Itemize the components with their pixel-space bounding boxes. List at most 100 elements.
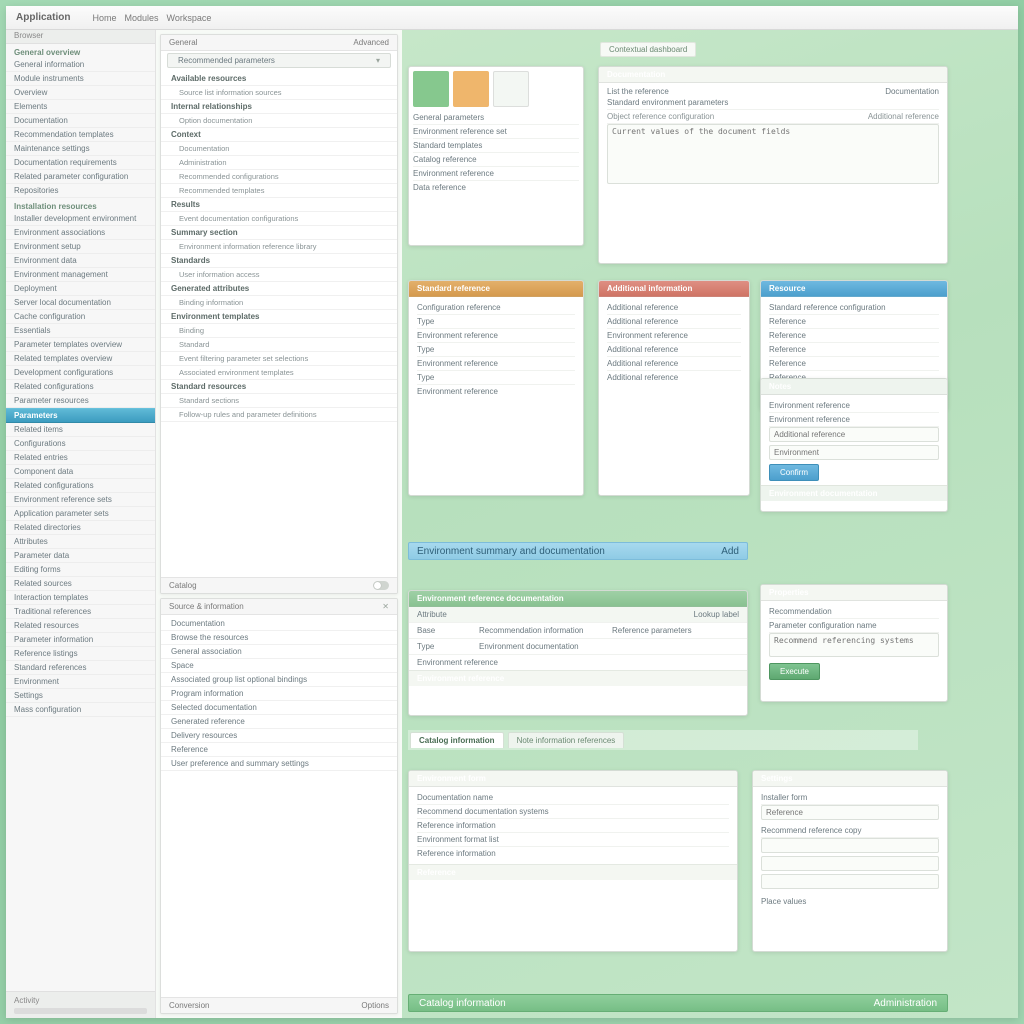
panel-row[interactable]: Binding	[161, 324, 397, 338]
summary-bar-pill[interactable]: Add	[721, 546, 739, 556]
sidebar-item[interactable]: Server local documentation	[6, 296, 155, 310]
list-item[interactable]: Data reference	[413, 181, 579, 194]
panel-row[interactable]: User information access	[161, 268, 397, 282]
sidebar-item[interactable]: Related directories	[6, 521, 155, 535]
sidebar-item[interactable]: Related items	[6, 423, 155, 437]
panel-row[interactable]: Standard	[161, 338, 397, 352]
notes-input-2[interactable]	[769, 445, 939, 460]
panel-row[interactable]: Recommended templates	[161, 184, 397, 198]
panel-row[interactable]: Selected documentation	[161, 701, 397, 715]
panel-row[interactable]: Program information	[161, 687, 397, 701]
sidebar-item[interactable]: Application parameter sets	[6, 507, 155, 521]
panel-row[interactable]: Space	[161, 659, 397, 673]
notes-input-1[interactable]	[769, 427, 939, 442]
sidebar-item[interactable]: General information	[6, 58, 155, 72]
sidebar-item[interactable]: Reference listings	[6, 647, 155, 661]
sidebar-item[interactable]: Settings	[6, 689, 155, 703]
panel-row[interactable]: Administration	[161, 156, 397, 170]
notes-confirm-button[interactable]: Confirm	[769, 464, 819, 481]
sidebar-item[interactable]: Attributes	[6, 535, 155, 549]
panel-row[interactable]: General association	[161, 645, 397, 659]
sidebar-item[interactable]: Interaction templates	[6, 591, 155, 605]
panel-row[interactable]: Standard resources	[161, 380, 397, 394]
sidebar-item[interactable]: Environment management	[6, 268, 155, 282]
sidebar-item[interactable]: Repositories	[6, 184, 155, 198]
sidebar-item[interactable]: Recommendation templates	[6, 128, 155, 142]
table-row[interactable]: BaseRecommendation informationReference …	[409, 623, 747, 639]
sidebar-item[interactable]: Parameter data	[6, 549, 155, 563]
panel-row[interactable]: Reference	[161, 743, 397, 757]
panel-row[interactable]: Results	[161, 198, 397, 212]
sidebar-item[interactable]: Documentation	[6, 114, 155, 128]
panel-row[interactable]: Internal relationships	[161, 100, 397, 114]
sidebar-item[interactable]: Maintenance settings	[6, 142, 155, 156]
crumb-2[interactable]: Workspace	[167, 13, 212, 23]
panel-row[interactable]: Standards	[161, 254, 397, 268]
sidebar-item[interactable]: Related entries	[6, 451, 155, 465]
swatch-orange[interactable]	[453, 71, 489, 107]
panel-row[interactable]: Environment information reference librar…	[161, 240, 397, 254]
close-icon[interactable]: ✕	[382, 602, 389, 611]
sidebar-item[interactable]: Configurations	[6, 437, 155, 451]
panel-general-toggle[interactable]	[373, 581, 389, 590]
sidebar-item[interactable]: Overview	[6, 86, 155, 100]
panel-row[interactable]: Available resources	[161, 72, 397, 86]
table-row[interactable]: TypeEnvironment documentation	[409, 639, 747, 655]
panel-row[interactable]: Browse the resources	[161, 631, 397, 645]
sidebar-item[interactable]: Editing forms	[6, 563, 155, 577]
panel-row[interactable]: Summary section	[161, 226, 397, 240]
right-form-input-2[interactable]	[761, 838, 939, 853]
table-row[interactable]: Environment reference	[409, 655, 747, 670]
panel-row[interactable]: Generated attributes	[161, 282, 397, 296]
panel-row[interactable]: Associated group list optional bindings	[161, 673, 397, 687]
panel-row[interactable]: Generated reference	[161, 715, 397, 729]
properties-textarea[interactable]	[769, 633, 939, 657]
sidebar-item[interactable]: Essentials	[6, 324, 155, 338]
sidebar-item[interactable]: Cache configuration	[6, 310, 155, 324]
sidebar-item[interactable]: Related configurations	[6, 479, 155, 493]
panel-row[interactable]: Documentation	[161, 142, 397, 156]
sidebar-item[interactable]: Standard references	[6, 661, 155, 675]
panel-row[interactable]: Follow-up rules and parameter definition…	[161, 408, 397, 422]
panel-row[interactable]: Source list information sources	[161, 86, 397, 100]
sidebar-item[interactable]: Installer development environment	[6, 212, 155, 226]
swatch-green[interactable]	[413, 71, 449, 107]
sidebar-item[interactable]: Environment	[6, 675, 155, 689]
sidebar-item[interactable]: Parameters	[6, 408, 155, 423]
sidebar-item[interactable]: Elements	[6, 100, 155, 114]
sidebar-item[interactable]: Parameter templates overview	[6, 338, 155, 352]
right-form-input-4[interactable]	[761, 874, 939, 889]
tab-1[interactable]: Note information references	[508, 732, 625, 748]
sidebar-item[interactable]: Mass configuration	[6, 703, 155, 717]
right-form-input-1[interactable]	[761, 805, 939, 820]
crumb-0[interactable]: Home	[92, 13, 116, 23]
list-item[interactable]: Catalog reference	[413, 153, 579, 167]
panel-row[interactable]: Documentation	[161, 617, 397, 631]
sidebar-item[interactable]: Related parameter configuration	[6, 170, 155, 184]
swatch-blank[interactable]	[493, 71, 529, 107]
panel-source-foot-right[interactable]: Options	[361, 1001, 389, 1010]
sidebar-item[interactable]: Development configurations	[6, 366, 155, 380]
sidebar-item[interactable]: Component data	[6, 465, 155, 479]
panel-row[interactable]: User preference and summary settings	[161, 757, 397, 771]
list-item[interactable]: Environment reference set	[413, 125, 579, 139]
sidebar-item[interactable]: Related resources	[6, 619, 155, 633]
right-form-input-3[interactable]	[761, 856, 939, 871]
list-item[interactable]: Environment reference	[413, 167, 579, 181]
panel-row[interactable]: Standard sections	[161, 394, 397, 408]
list-item[interactable]: Standard templates	[413, 139, 579, 153]
canvas-footer-left[interactable]: Catalog information	[419, 998, 506, 1008]
properties-execute-button[interactable]: Execute	[769, 663, 820, 680]
tab-0[interactable]: Catalog information	[410, 732, 504, 748]
canvas-footer-right[interactable]: Administration	[874, 998, 937, 1008]
sidebar-item[interactable]: Related configurations	[6, 380, 155, 394]
sidebar-item[interactable]: Environment reference sets	[6, 493, 155, 507]
panel-row[interactable]: Event documentation configurations	[161, 212, 397, 226]
panel-row[interactable]: Option documentation	[161, 114, 397, 128]
sidebar-item[interactable]: Related templates overview	[6, 352, 155, 366]
sidebar-item[interactable]: Parameter resources	[6, 394, 155, 408]
panel-row[interactable]: Recommended configurations	[161, 170, 397, 184]
crumb-1[interactable]: Modules	[124, 13, 158, 23]
sidebar-item[interactable]: Module instruments	[6, 72, 155, 86]
detail-textarea[interactable]	[607, 124, 939, 184]
